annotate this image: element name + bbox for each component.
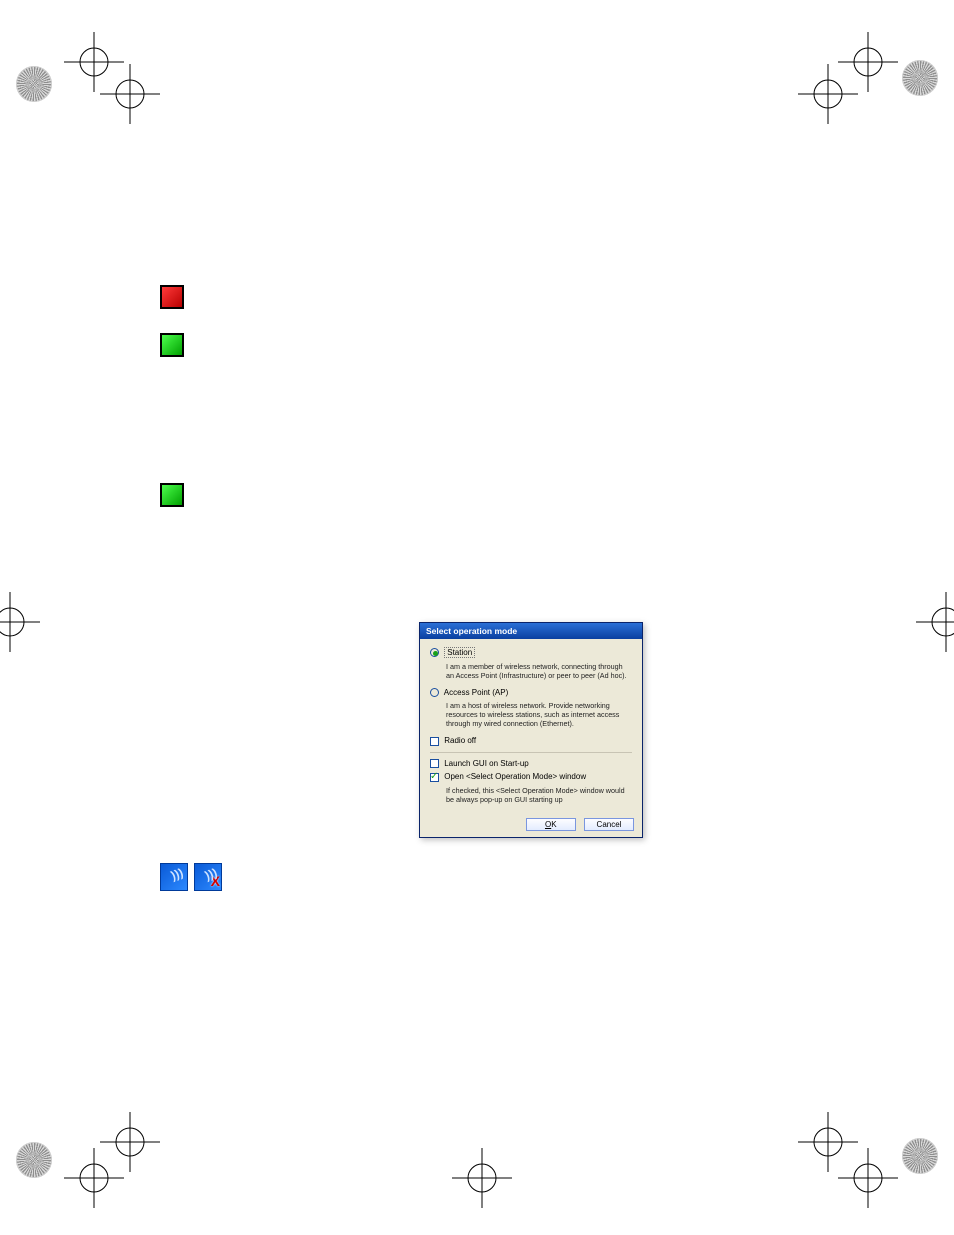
radio-icon	[430, 688, 439, 697]
checkbox-icon	[430, 773, 439, 782]
checkbox-icon	[430, 759, 439, 768]
radio-access-point[interactable]: Access Point (AP)	[430, 688, 632, 697]
radio-station[interactable]: Station	[430, 647, 632, 658]
radio-ap-desc: I am a host of wireless network. Provide…	[446, 701, 632, 728]
radio-ap-label: Access Point (AP)	[444, 688, 508, 697]
radio-station-label: Station	[444, 647, 475, 658]
status-green2-icon	[160, 483, 184, 507]
checkbox-radio-off[interactable]: Radio off	[430, 736, 632, 745]
registration-mark-icon	[798, 1112, 858, 1172]
status-green-icon	[160, 333, 184, 357]
wireless-connected-icon	[160, 863, 188, 891]
dialog-title: Select operation mode	[420, 623, 642, 639]
ok-label-rest: K	[551, 820, 556, 829]
radio-icon	[430, 648, 439, 657]
radio-station-desc: I am a member of wireless network, conne…	[446, 662, 632, 680]
open-window-desc: If checked, this <Select Operation Mode>…	[446, 786, 632, 804]
checkbox-launch-gui[interactable]: Launch GUI on Start-up	[430, 759, 632, 768]
select-operation-mode-dialog: Select operation mode Station I am a mem…	[419, 622, 643, 838]
ok-button[interactable]: OK	[526, 818, 576, 831]
registration-mark-icon	[916, 592, 954, 652]
checkbox-open-window-label: Open <Select Operation Mode> window	[444, 772, 586, 781]
registration-mark-icon	[0, 592, 40, 652]
registration-mark-icon	[100, 64, 160, 124]
status-red-icon	[160, 285, 184, 309]
cancel-label: Cancel	[597, 820, 622, 829]
checkbox-icon	[430, 737, 439, 746]
wireless-disconnected-icon	[194, 863, 222, 891]
registration-mark-icon	[798, 64, 858, 124]
checkbox-radio-off-label: Radio off	[444, 736, 476, 745]
cancel-button[interactable]: Cancel	[584, 818, 634, 831]
checkbox-open-window[interactable]: Open <Select Operation Mode> window	[430, 772, 632, 781]
checkbox-launch-gui-label: Launch GUI on Start-up	[444, 759, 529, 768]
registration-mark-icon	[100, 1112, 160, 1172]
registration-mark-icon	[452, 1148, 512, 1208]
